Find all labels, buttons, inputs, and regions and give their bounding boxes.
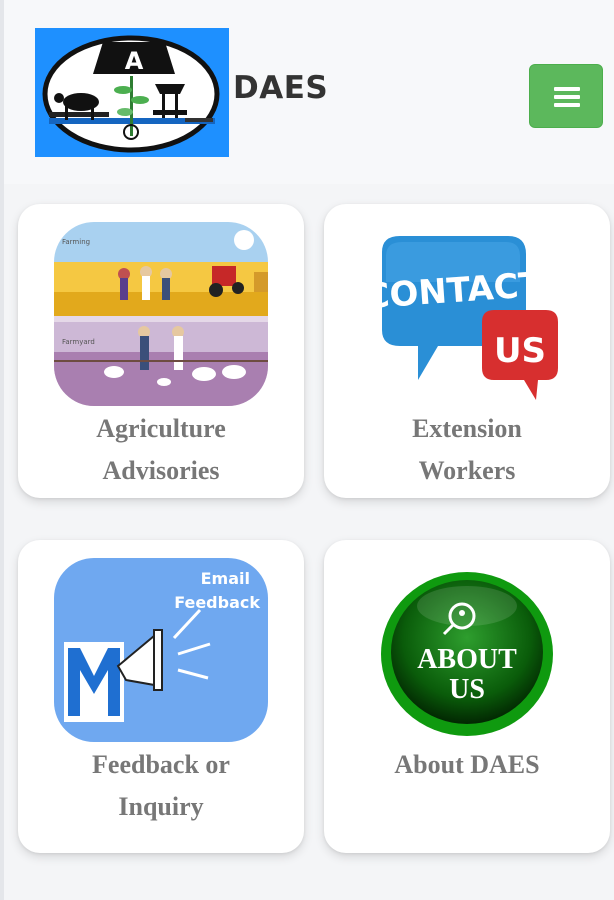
brand-title: DAES bbox=[233, 70, 329, 106]
card-label: Agriculture Advisories bbox=[18, 408, 304, 492]
card-label-line1: Extension bbox=[412, 414, 522, 443]
card-label-line2: Workers bbox=[418, 456, 516, 485]
card-label-line1: Agriculture bbox=[96, 414, 226, 443]
email-feedback-icon: Email Feedback bbox=[54, 558, 268, 742]
daes-logo-emblem: A bbox=[35, 28, 229, 157]
farm-illustration-icon: Farming Farmyard bbox=[54, 222, 268, 406]
card-label: Feedback or Inquiry bbox=[18, 744, 304, 828]
card-label-line1: About DAES bbox=[394, 750, 540, 779]
card-about-daes[interactable]: ABOUT US About DAES bbox=[324, 540, 610, 853]
farming-caption: Farming bbox=[62, 238, 90, 246]
email-text: Email bbox=[201, 569, 250, 588]
card-feedback-inquiry[interactable]: Email Feedback Feedback or Inquiry bbox=[18, 540, 304, 853]
contact-us-icon: CONTACT US bbox=[363, 236, 558, 400]
about-us-icon: ABOUT US bbox=[381, 572, 553, 736]
card-agriculture-advisories[interactable]: Farming Farmyard Agriculture Advisories bbox=[18, 204, 304, 498]
card-label-line2: Advisories bbox=[102, 456, 220, 485]
card-label: Extension Workers bbox=[324, 408, 610, 492]
card-label-line1: Feedback or bbox=[92, 750, 230, 779]
daes-logo[interactable]: A bbox=[35, 28, 229, 157]
farmyard-caption: Farmyard bbox=[62, 338, 95, 346]
card-label: About DAES bbox=[324, 744, 610, 786]
logo-letter: A bbox=[125, 47, 144, 75]
menu-toggle-button[interactable] bbox=[529, 64, 603, 128]
about-us-text: US bbox=[449, 674, 485, 705]
us-text: US bbox=[494, 331, 546, 371]
header: A DAES bbox=[4, 0, 614, 184]
feedback-text: Feedback bbox=[174, 593, 260, 612]
card-label-line2: Inquiry bbox=[118, 792, 204, 821]
card-extension-workers[interactable]: CONTACT US Extension Workers bbox=[324, 204, 610, 498]
about-text: ABOUT bbox=[417, 644, 517, 675]
